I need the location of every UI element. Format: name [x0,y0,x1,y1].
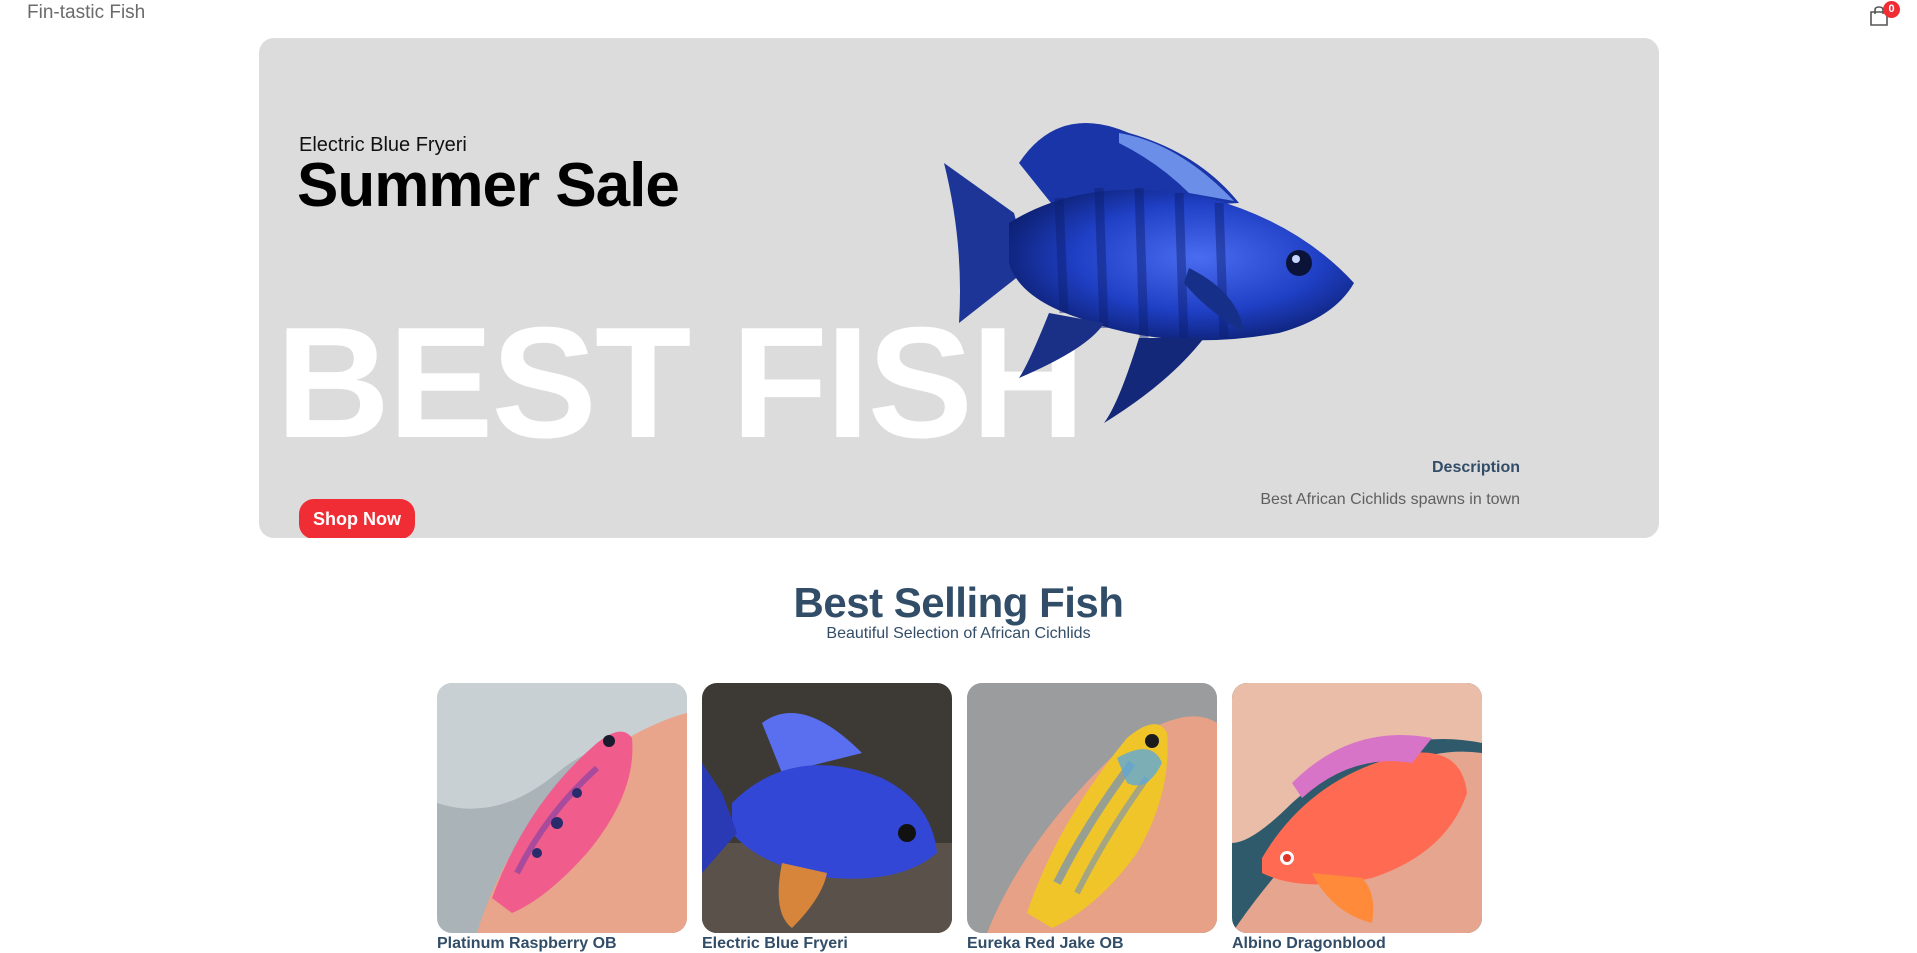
navbar: Fin-tastic Fish 0 [0,0,1917,30]
cart-button[interactable]: 0 [1866,1,1900,29]
product-card-eureka-red-jake-ob[interactable]: Eureka Red Jake OB [967,683,1217,952]
hero-description-title: Description [1431,459,1520,476]
shop-now-button[interactable]: Shop Now [299,499,415,538]
cart-count-badge: 0 [1883,1,1900,18]
hero-banner: Electric Blue Fryeri Summer Sale BEST FI… [259,38,1659,538]
best-selling-header: Best Selling Fish Beautiful Selection of… [0,577,1917,643]
product-card-albino-dragonblood[interactable]: Albino Dragonblood [1232,683,1482,952]
product-image-electric-blue-fryeri [702,683,952,933]
product-image-albino-dragonblood [1232,683,1482,933]
product-image-eureka-red-jake-ob [967,683,1217,933]
hero-description-text: Best African Cichlids spawns in town [1260,491,1520,508]
section-subtitle: Beautiful Selection of African Cichlids [826,625,1091,642]
section-title: Best Selling Fish [793,579,1124,626]
product-card-platinum-raspberry-ob[interactable]: Platinum Raspberry OB [437,683,687,952]
product-card-electric-blue-fryeri[interactable]: Electric Blue Fryeri [702,683,952,952]
site-logo[interactable]: Fin-tastic Fish [27,2,145,24]
product-name: Platinum Raspberry OB [437,935,617,952]
hero-headline: Summer Sale [297,151,680,220]
hero-fish-image [944,123,1354,423]
product-name: Eureka Red Jake OB [967,935,1124,952]
product-image-platinum-raspberry-ob [437,683,687,933]
product-name: Electric Blue Fryeri [702,935,848,952]
product-name: Albino Dragonblood [1232,935,1386,952]
